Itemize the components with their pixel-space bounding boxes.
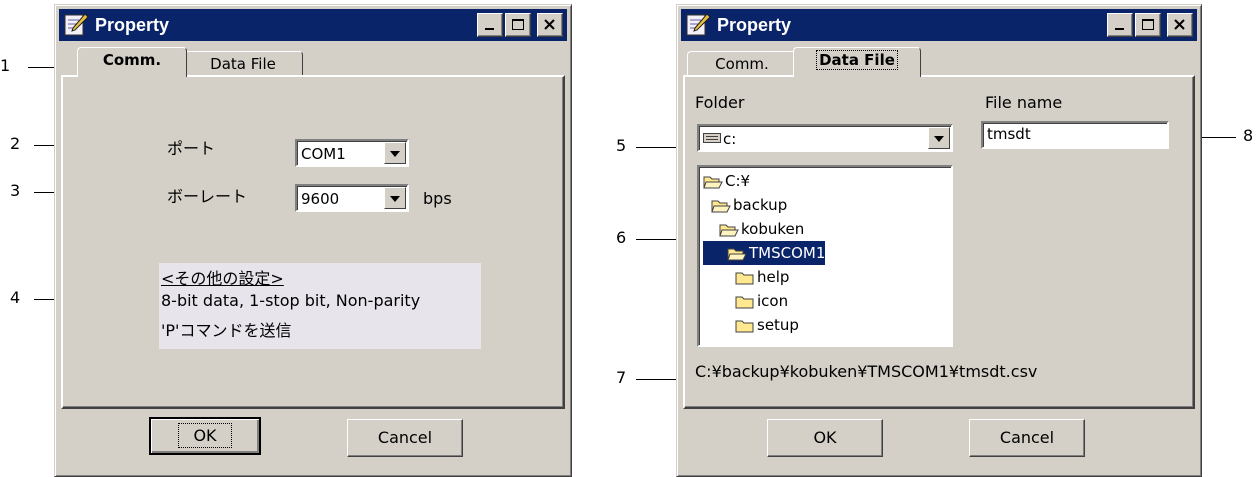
folder-open-icon: [711, 200, 731, 212]
tab-comm[interactable]: Comm.: [687, 51, 797, 77]
folder-tree-item[interactable]: help: [703, 265, 789, 289]
maximize-icon: [1142, 19, 1154, 30]
ok-button-label: OK: [178, 423, 232, 448]
drive-select[interactable]: c:: [697, 124, 953, 152]
cancel-button-label: Cancel: [999, 428, 1055, 447]
close-icon: [1174, 19, 1185, 30]
folder-tree-item[interactable]: icon: [703, 289, 788, 313]
cancel-button[interactable]: Cancel: [969, 419, 1085, 457]
baud-select[interactable]: 9600: [295, 184, 409, 212]
tab-comm-label: Comm.: [715, 55, 769, 73]
property-dialog-data-file: Property Comm. Data File Folder File nam…: [676, 4, 1202, 477]
folder-tree-item[interactable]: kobuken: [703, 217, 804, 241]
baud-select-value: 9600: [301, 190, 340, 208]
drive-dropdown-button[interactable]: [928, 127, 950, 149]
property-dialog-comm: Property Comm. Data File ポート COM1 ボーレート …: [54, 4, 572, 477]
window-title: Property: [717, 15, 792, 35]
callout-6: 6: [616, 228, 627, 247]
other-settings-line1: 8-bit data, 1-stop bit, Non-parity: [161, 291, 421, 310]
baud-dropdown-button[interactable]: [384, 187, 406, 209]
port-label: ポート: [167, 139, 216, 158]
close-button[interactable]: [537, 13, 563, 37]
property-pen-icon: [64, 13, 89, 36]
title-bar[interactable]: Property: [59, 9, 567, 41]
property-pen-icon: [686, 13, 711, 36]
folder-tree-item[interactable]: TMSCOM1: [703, 241, 826, 265]
close-icon: [544, 19, 555, 30]
folder-tree-item[interactable]: setup: [703, 313, 799, 337]
folder-icon: [735, 320, 754, 332]
filename-field-value: tmsdt: [987, 125, 1031, 143]
other-settings-line2: 'P'コマンドを送信: [161, 321, 292, 340]
drive-icon: [703, 133, 721, 143]
port-select-value: COM1: [301, 145, 346, 163]
other-settings-box: <その他の設定> 8-bit data, 1-stop bit, Non-par…: [159, 263, 481, 349]
folder-tree-item-label: setup: [757, 316, 799, 334]
folder-tree-item[interactable]: backup: [703, 193, 787, 217]
window-title: Property: [95, 15, 170, 35]
folder-tree-item-label: icon: [757, 292, 789, 310]
filename-field[interactable]: tmsdt: [981, 121, 1169, 149]
drive-select-value: c:: [723, 130, 737, 148]
tab-data-file-label: Data File: [210, 55, 276, 73]
callout-1: 1: [0, 56, 11, 75]
callout-2: 2: [10, 134, 21, 153]
minimize-button[interactable]: [1107, 13, 1133, 37]
tab-data-file-label: Data File: [816, 50, 898, 70]
folder-tree-item-label: C:¥: [725, 172, 751, 190]
minimize-button[interactable]: [477, 13, 503, 37]
minimize-icon: [1115, 28, 1124, 30]
port-select[interactable]: COM1: [295, 139, 409, 167]
baud-label: ボーレート: [167, 187, 248, 206]
title-bar[interactable]: Property: [681, 9, 1197, 41]
tab-comm-label: Comm.: [102, 51, 162, 69]
chevron-down-icon: [390, 151, 400, 157]
cancel-button[interactable]: Cancel: [347, 419, 463, 457]
ok-button-label: OK: [813, 428, 837, 447]
filename-label: File name: [985, 93, 1063, 112]
minimize-icon: [485, 28, 494, 30]
callout-4: 4: [10, 288, 21, 307]
folder-open-icon: [727, 248, 747, 260]
cancel-button-label: Cancel: [377, 428, 433, 447]
chevron-down-icon: [934, 136, 944, 142]
other-settings-heading: <その他の設定>: [161, 269, 284, 288]
folder-tree-item-label: TMSCOM1: [749, 244, 826, 262]
folder-tree-item-label: kobuken: [741, 220, 805, 238]
tab-data-file[interactable]: Data File: [183, 51, 303, 77]
ok-button[interactable]: OK: [149, 417, 261, 455]
folder-icon: [735, 272, 754, 284]
data-file-panel: Folder File name c: tmsdt C:¥ backup kobuk…: [683, 75, 1195, 409]
folder-tree-item-label: help: [757, 268, 790, 286]
tab-comm[interactable]: Comm.: [77, 47, 187, 77]
folder-icon: [735, 296, 754, 308]
close-button[interactable]: [1167, 13, 1193, 37]
chevron-down-icon: [390, 196, 400, 202]
callout-3: 3: [10, 181, 21, 200]
ok-button[interactable]: OK: [767, 419, 883, 457]
folder-open-icon: [719, 224, 739, 236]
port-dropdown-button[interactable]: [384, 142, 406, 164]
callout-8: 8: [1243, 126, 1254, 145]
callout-5: 5: [616, 136, 627, 155]
baud-unit: bps: [423, 189, 452, 208]
comm-panel: ポート COM1 ボーレート 9600 bps <その他の設定> 8-bit d…: [61, 75, 565, 409]
maximize-button[interactable]: [1135, 13, 1161, 37]
folder-tree-item-label: backup: [733, 196, 788, 214]
maximize-button[interactable]: [505, 13, 531, 37]
folder-tree[interactable]: C:¥ backup kobuken TMSCOM1 help icon setup: [697, 165, 953, 347]
folder-tree-item[interactable]: C:¥: [703, 169, 750, 193]
folder-open-icon: [703, 176, 723, 188]
maximize-icon: [512, 19, 524, 30]
full-path: C:¥backup¥kobuken¥TMSCOM1¥tmsdt.csv: [695, 362, 1038, 381]
tab-data-file[interactable]: Data File: [793, 47, 921, 77]
callout-7: 7: [616, 368, 627, 387]
folder-label: Folder: [695, 93, 745, 112]
